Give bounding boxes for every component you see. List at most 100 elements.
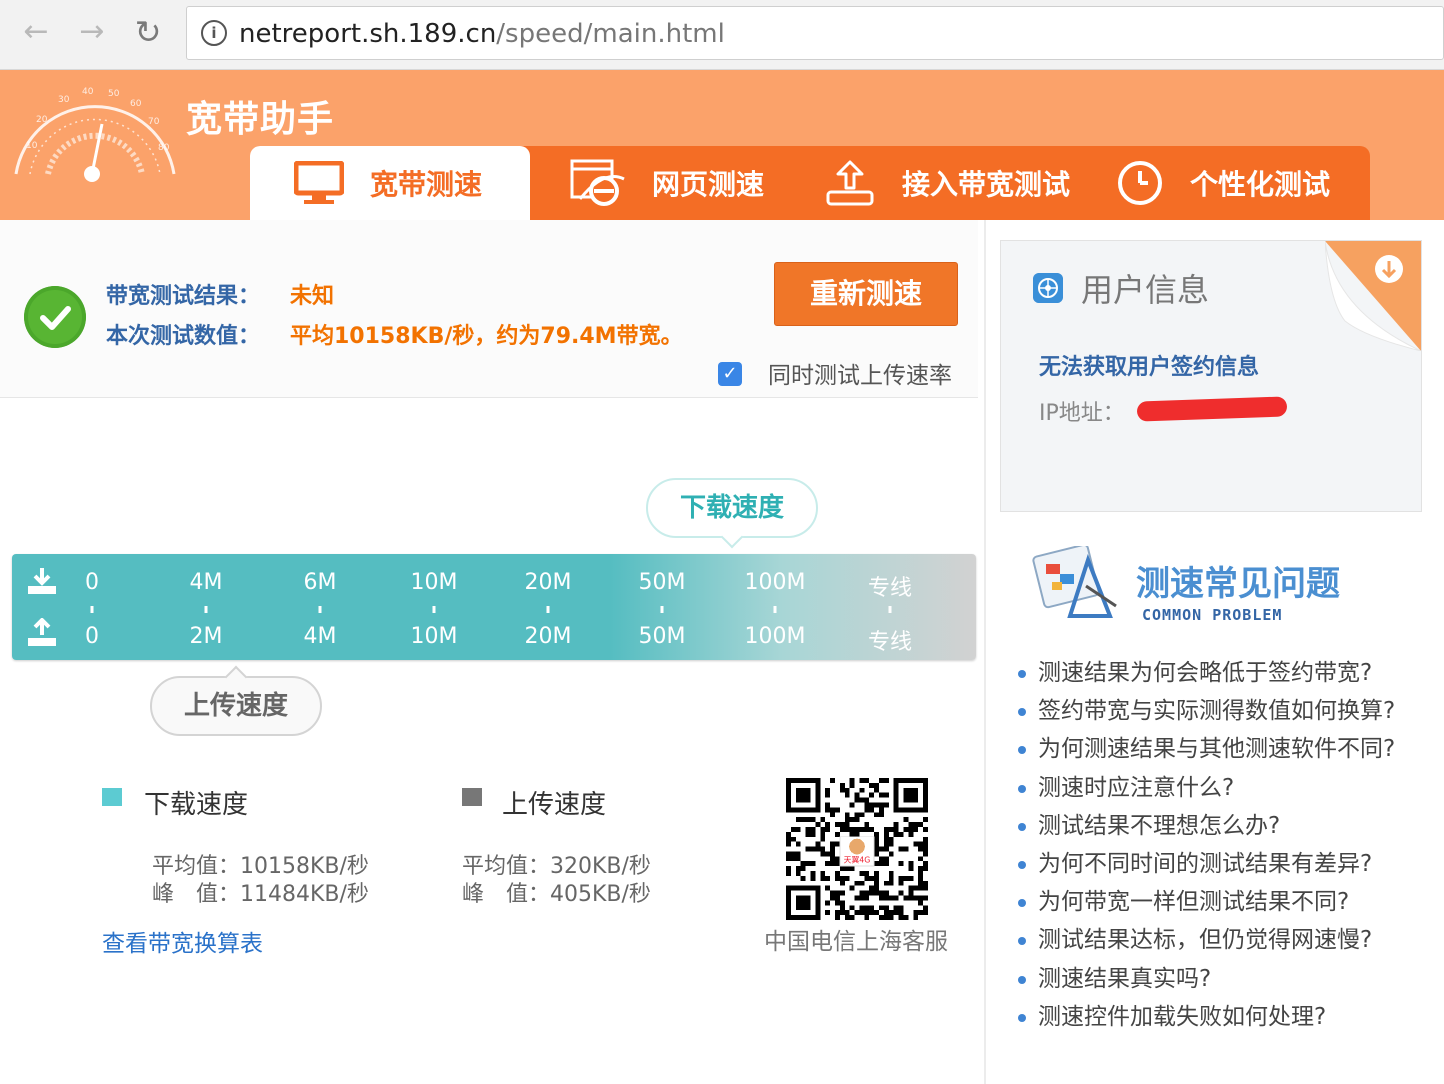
brand-title: 宽带助手 bbox=[186, 99, 335, 140]
tab-custom-test[interactable]: 个性化测试 bbox=[1116, 146, 1330, 220]
retest-button[interactable]: 重新测速 bbox=[774, 262, 958, 326]
success-check-icon bbox=[24, 286, 86, 348]
upload-scale-tick: 0 bbox=[85, 624, 99, 649]
faq-item[interactable]: 为何带宽一样但测试结果不同? bbox=[1016, 885, 1436, 923]
upload-speed-bubble: 上传速度 bbox=[150, 665, 322, 736]
faq-item[interactable]: 测试结果达标，但仍觉得网速慢? bbox=[1016, 923, 1436, 961]
scale-tick-mark bbox=[660, 606, 664, 613]
scale-tick-mark bbox=[90, 606, 94, 613]
faq-item[interactable]: 测试结果不理想怎么办? bbox=[1016, 809, 1436, 847]
upload-tray-icon bbox=[826, 160, 874, 206]
scale-tick-mark bbox=[204, 606, 208, 613]
svg-text:30: 30 bbox=[58, 95, 70, 105]
download-icon bbox=[28, 568, 56, 594]
ip-address-label: IP地址： bbox=[1039, 401, 1125, 426]
tab-web-speed[interactable]: 网页测速 bbox=[570, 146, 764, 220]
upload-scale-tick: 100M bbox=[744, 624, 806, 649]
page-curl-download-icon[interactable] bbox=[1325, 241, 1421, 351]
download-peak: 峰 值：11484KB/秒 bbox=[152, 882, 369, 907]
measure-label: 本次测试数值： bbox=[106, 324, 261, 349]
faq-item[interactable]: 测速结果真实吗? bbox=[1016, 962, 1436, 1000]
qr-code-image: 天翼4G bbox=[786, 778, 928, 920]
faq-item[interactable]: 测速控件加载失败如何处理? bbox=[1016, 1000, 1436, 1038]
faq-item[interactable]: 签约带宽与实际测得数值如何换算? bbox=[1016, 694, 1436, 732]
panel-divider bbox=[984, 220, 986, 1084]
faq-item[interactable]: 测速结果为何会略低于签约带宽? bbox=[1016, 656, 1436, 694]
user-info-icon bbox=[1033, 273, 1063, 303]
url-path: /speed/main.html bbox=[496, 19, 725, 49]
address-bar[interactable]: i netreport.sh.189.cn/speed/main.html bbox=[186, 6, 1444, 60]
svg-text:10: 10 bbox=[26, 141, 38, 151]
upload-peak: 峰 值：405KB/秒 bbox=[462, 882, 651, 907]
clock-icon bbox=[1118, 161, 1162, 205]
app-header: 10 20 30 40 50 60 70 80 宽带助手 宽带测速 网页测速 接… bbox=[0, 70, 1444, 220]
upload-legend-swatch bbox=[462, 788, 482, 806]
svg-text:40: 40 bbox=[82, 87, 94, 97]
bubble-tail bbox=[224, 665, 248, 689]
forward-arrow-icon[interactable]: → bbox=[74, 14, 110, 50]
scale-tick-mark bbox=[773, 606, 777, 613]
tab-label: 个性化测试 bbox=[1190, 168, 1331, 201]
result-label: 带宽测试结果： bbox=[106, 284, 261, 309]
svg-text:80: 80 bbox=[158, 143, 170, 153]
result-value: 未知 bbox=[290, 284, 335, 309]
faq-title: 测速常见问题 bbox=[1136, 564, 1340, 604]
speedometer-logo-icon: 10 20 30 40 50 60 70 80 bbox=[14, 87, 176, 182]
faq-item[interactable]: 为何测速结果与其他测速软件不同? bbox=[1016, 732, 1436, 770]
tab-access-bandwidth[interactable]: 接入带宽测试 bbox=[824, 146, 1070, 220]
site-info-icon[interactable]: i bbox=[201, 20, 227, 46]
tab-broadband-speed[interactable]: 宽带测速 bbox=[250, 146, 530, 220]
test-result-panel: 带宽测试结果： 未知 本次测试数值： 平均10158KB/秒，约为79.4M带宽… bbox=[0, 220, 978, 398]
download-scale-tick: 专线 bbox=[867, 576, 913, 601]
download-stats-title: 下载速度 bbox=[144, 790, 249, 820]
download-speed-bubble: 下载速度 bbox=[646, 478, 818, 549]
speed-scale-bar: 0 0 4M 2M 6M 4M 10M 10M 20M 20M 50M 50M 100M 100M 专线 专线 bbox=[12, 554, 976, 660]
monitor-icon bbox=[294, 161, 344, 204]
faq-item[interactable]: 为何不同时间的测试结果有差异? bbox=[1016, 847, 1436, 885]
faq-subtitle: COMMON PROBLEM bbox=[1142, 606, 1283, 624]
url-host: netreport.sh.189.cn bbox=[239, 19, 497, 49]
svg-text:20: 20 bbox=[36, 115, 48, 125]
bubble-tail bbox=[720, 525, 744, 549]
download-legend-swatch bbox=[102, 788, 122, 806]
browser-toolbar: ← → ↻ i netreport.sh.189.cn/speed/main.h… bbox=[0, 0, 1444, 70]
download-bubble-label: 下载速度 bbox=[679, 493, 784, 523]
upload-icon bbox=[28, 618, 56, 646]
download-scale-tick: 20M bbox=[524, 570, 572, 595]
svg-text:70: 70 bbox=[148, 117, 160, 127]
upload-scale-tick: 20M bbox=[524, 624, 572, 649]
upload-test-checkbox-label[interactable]: 同时测试上传速率 bbox=[768, 356, 952, 390]
scale-tick-mark bbox=[318, 606, 322, 613]
tab-label: 宽带测速 bbox=[370, 168, 483, 201]
upload-stats-title: 上传速度 bbox=[502, 790, 607, 820]
qr-logo-text: 天翼4G bbox=[844, 856, 871, 865]
measure-value: 平均10158KB/秒，约为79.4M带宽。 bbox=[290, 324, 683, 349]
user-info-title: 用户信息 bbox=[1081, 271, 1210, 309]
download-scale-tick: 100M bbox=[744, 570, 806, 595]
tab-label: 网页测速 bbox=[652, 168, 765, 201]
faq-illustration-icon bbox=[1032, 546, 1117, 618]
back-arrow-icon[interactable]: ← bbox=[18, 14, 54, 50]
download-scale-tick: 6M bbox=[303, 570, 337, 595]
ip-redaction-mark bbox=[1136, 396, 1288, 422]
bandwidth-conversion-link[interactable]: 查看带宽换算表 bbox=[102, 924, 263, 958]
download-scale-tick: 10M bbox=[410, 570, 458, 595]
scale-tick-mark bbox=[432, 606, 436, 613]
download-scale-tick: 4M bbox=[189, 570, 223, 595]
upload-scale-tick: 10M bbox=[410, 624, 458, 649]
upload-scale-tick: 2M bbox=[189, 624, 223, 649]
user-info-card: 用户信息 无法获取用户签约信息 IP地址： bbox=[1000, 240, 1422, 512]
scale-tick-mark bbox=[888, 606, 892, 613]
url-text[interactable]: netreport.sh.189.cn/speed/main.html bbox=[239, 19, 725, 49]
upload-scale-tick: 专线 bbox=[867, 630, 913, 655]
svg-text:60: 60 bbox=[130, 99, 142, 109]
svg-text:50: 50 bbox=[108, 89, 120, 99]
faq-item[interactable]: 测速时应注意什么? bbox=[1016, 771, 1436, 809]
upload-test-checkbox[interactable]: ✓ bbox=[718, 362, 742, 386]
upload-bubble-label: 上传速度 bbox=[183, 691, 288, 721]
main-tabs: 宽带测速 网页测速 接入带宽测试 个性化测试 bbox=[250, 146, 1370, 220]
reload-icon[interactable]: ↻ bbox=[130, 14, 166, 50]
scale-tick-mark bbox=[546, 606, 550, 613]
upload-scale-tick: 4M bbox=[303, 624, 337, 649]
download-scale-tick: 50M bbox=[638, 570, 686, 595]
